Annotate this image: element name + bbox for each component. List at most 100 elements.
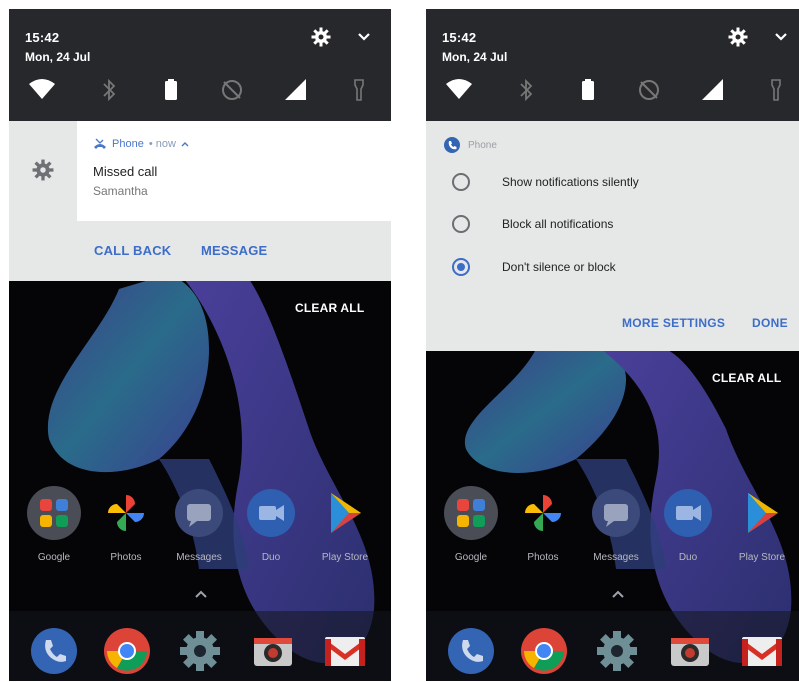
app-label: Play Store — [321, 552, 369, 563]
app-messages[interactable]: Messages — [584, 485, 648, 563]
photos-icon — [525, 495, 561, 531]
phone-icon[interactable] — [446, 626, 496, 676]
app-duo[interactable]: Duo — [656, 485, 720, 563]
app-label: Duo — [261, 552, 281, 563]
settings-icon[interactable] — [175, 626, 225, 676]
option-block-all[interactable]: Block all notifications — [452, 212, 792, 236]
status-bar: 15:42 Mon, 24 Jul — [9, 9, 391, 121]
wifi-icon[interactable] — [27, 75, 57, 105]
camera-icon[interactable] — [665, 626, 715, 676]
option-label: Show notifications silently — [502, 175, 639, 189]
dnd-icon[interactable] — [634, 75, 664, 105]
google-folder-icon — [27, 486, 81, 540]
notification-actions: CALL BACK MESSAGE — [77, 221, 391, 281]
missed-call-notification: Phone • now Missed call Samantha CALL BA… — [9, 121, 391, 281]
settings-app-name: Phone — [468, 139, 497, 151]
clock-time: 15:42 — [25, 30, 60, 45]
message-button[interactable]: MESSAGE — [201, 243, 267, 258]
radio-dont-silence[interactable] — [452, 258, 470, 276]
app-label: Duo — [678, 552, 698, 563]
settings-gear-icon[interactable] — [311, 27, 331, 47]
app-duo[interactable]: Duo — [239, 485, 303, 563]
gmail-icon[interactable] — [737, 626, 787, 676]
phone-screen-notification: 15:42 Mon, 24 Jul Phone • now Missed cal… — [9, 9, 391, 681]
quick-settings-row — [9, 75, 391, 105]
chrome-icon[interactable] — [102, 626, 152, 676]
radio-show-silently[interactable] — [452, 173, 470, 191]
chevron-up-icon[interactable] — [181, 141, 189, 147]
notification-title: Missed call — [93, 164, 158, 179]
app-label: Messages — [176, 552, 222, 563]
app-drawer-chevron-icon[interactable] — [193, 588, 209, 600]
clear-all-button[interactable]: CLEAR ALL — [295, 301, 364, 315]
date-label: Mon, 24 Jul — [25, 50, 91, 64]
app-label: Messages — [593, 552, 639, 563]
phone-screen-notification-settings: 15:42 Mon, 24 Jul Phone Show notificatio… — [426, 9, 799, 681]
app-play-store[interactable]: Play Store — [730, 485, 794, 563]
app-google[interactable]: Google — [439, 485, 503, 563]
app-photos[interactable]: Photos — [94, 485, 158, 563]
battery-icon[interactable] — [573, 75, 603, 105]
flashlight-icon[interactable] — [761, 75, 791, 105]
clear-all-button[interactable]: CLEAR ALL — [712, 371, 781, 385]
notification-app-name: Phone — [112, 138, 144, 150]
play-store-icon — [331, 493, 361, 533]
notification-card[interactable]: Phone • now Missed call Samantha — [77, 121, 391, 221]
status-bar: 15:42 Mon, 24 Jul — [426, 9, 799, 121]
messages-icon — [175, 489, 223, 537]
app-label: Play Store — [738, 552, 786, 563]
photos-icon — [108, 495, 144, 531]
signal-icon[interactable] — [698, 75, 728, 105]
phone-app-icon — [444, 137, 460, 153]
dock — [9, 611, 391, 681]
date-label: Mon, 24 Jul — [442, 50, 508, 64]
app-label: Photos — [527, 552, 559, 563]
app-label: Google — [454, 552, 488, 563]
app-drawer-chevron-icon[interactable] — [610, 588, 626, 600]
bluetooth-icon[interactable] — [94, 75, 124, 105]
phone-icon[interactable] — [29, 626, 79, 676]
radio-block-all[interactable] — [452, 215, 470, 233]
done-button[interactable]: DONE — [752, 316, 788, 330]
play-store-icon — [748, 493, 778, 533]
option-label: Block all notifications — [502, 217, 614, 231]
settings-icon[interactable] — [592, 626, 642, 676]
google-folder-icon — [444, 486, 498, 540]
gmail-icon[interactable] — [320, 626, 370, 676]
option-label: Don't silence or block — [502, 260, 616, 274]
app-label: Photos — [110, 552, 142, 563]
app-photos[interactable]: Photos — [511, 485, 575, 563]
app-google[interactable]: Google — [22, 485, 86, 563]
flashlight-icon[interactable] — [344, 75, 374, 105]
notification-time: • now — [148, 138, 176, 150]
option-dont-silence[interactable]: Don't silence or block — [452, 255, 792, 279]
notification-app-line: Phone • now — [93, 138, 189, 150]
app-messages[interactable]: Messages — [167, 485, 231, 563]
messages-icon — [592, 489, 640, 537]
chevron-down-icon[interactable] — [774, 31, 788, 43]
more-settings-button[interactable]: MORE SETTINGS — [622, 316, 725, 330]
battery-icon[interactable] — [156, 75, 186, 105]
duo-icon — [664, 489, 712, 537]
app-play-store[interactable]: Play Store — [313, 485, 377, 563]
settings-app-line: Phone — [444, 137, 497, 153]
camera-icon[interactable] — [248, 626, 298, 676]
dnd-icon[interactable] — [217, 75, 247, 105]
chrome-icon[interactable] — [519, 626, 569, 676]
duo-icon — [247, 489, 295, 537]
settings-gear-icon[interactable] — [728, 27, 748, 47]
app-label: Google — [37, 552, 71, 563]
wifi-icon[interactable] — [444, 75, 474, 105]
call-back-button[interactable]: CALL BACK — [94, 243, 171, 258]
notification-settings-gear-icon[interactable] — [32, 159, 54, 181]
bluetooth-icon[interactable] — [511, 75, 541, 105]
signal-icon[interactable] — [281, 75, 311, 105]
notification-side — [9, 121, 77, 221]
notification-text: Samantha — [93, 184, 148, 198]
notification-settings-panel: Phone Show notifications silently Block … — [426, 121, 799, 351]
chevron-down-icon[interactable] — [357, 31, 371, 43]
missed-call-icon — [94, 138, 106, 149]
quick-settings-row — [426, 75, 799, 105]
clock-time: 15:42 — [442, 30, 477, 45]
option-show-silently[interactable]: Show notifications silently — [452, 170, 792, 194]
